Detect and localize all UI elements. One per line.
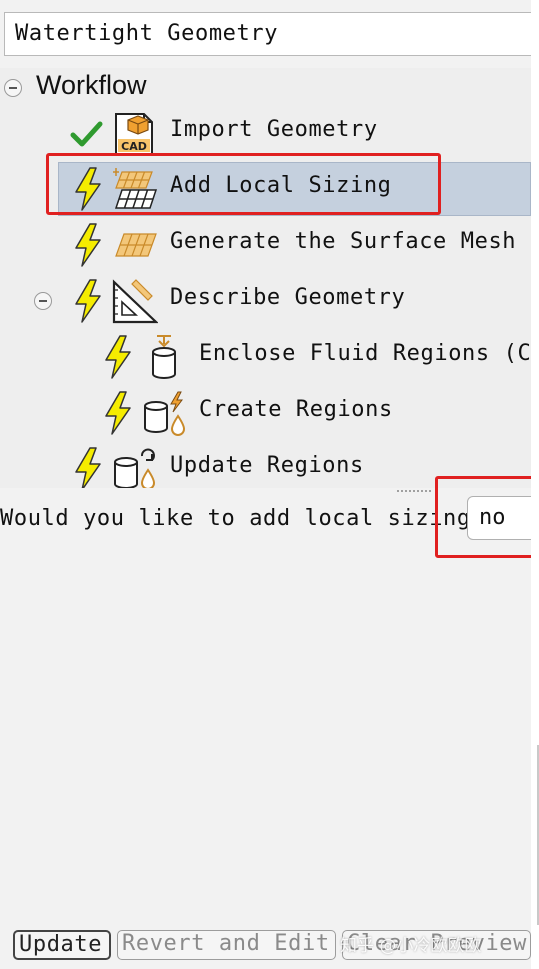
watermark: 知乎 @小冷欧欧欧 [340,936,482,956]
cad-import-icon: CAD [115,113,153,155]
tree-item-label: Update Regions [170,453,364,478]
lightning-icon [105,335,131,379]
tree-root-label: Workflow [36,70,147,100]
collapse-root-icon[interactable] [4,79,22,97]
tree-item-label: Create Regions [199,397,393,422]
revert-and-edit-button[interactable]: Revert and Edit [117,930,336,960]
annotation-box-answer [435,476,539,558]
tree-item-label: Generate the Surface Mesh [170,229,517,254]
surface-mesh-icon [115,233,157,257]
tree-item-describe-geometry[interactable]: Describe Geometry [0,274,531,328]
task-question-label: Would you like to add local sizing? [0,506,485,531]
capping-cylinder-icon [152,335,176,379]
tree-item-generate-surface-mesh[interactable]: Generate the Surface Mesh [0,218,531,272]
update-button[interactable]: Update [13,930,111,960]
tree-item-enclose-fluid-regions[interactable]: Enclose Fluid Regions (Capping) [0,330,531,384]
lightning-icon [75,447,101,488]
lightning-icon [105,391,131,435]
triangle-ruler-icon [112,279,158,324]
update-regions-icon [114,448,156,488]
workflow-type-select[interactable]: Watertight Geometry [4,12,539,56]
check-icon [70,121,103,147]
workflow-tree: Workflow CAD Import Geometry Add Local S… [0,68,531,488]
tree-item-label: Describe Geometry [170,285,406,310]
tree-item-label: Enclose Fluid Regions (Capping) [199,341,531,366]
tree-item-create-regions[interactable]: Create Regions [0,386,531,440]
lightning-icon [75,223,101,267]
lightning-icon [75,279,101,323]
tree-item-label: Import Geometry [170,117,378,142]
tree-item-import-geometry[interactable]: CAD Import Geometry [0,106,531,160]
create-regions-icon [144,391,186,436]
panel-splitter[interactable] [396,490,432,492]
svg-text:CAD: CAD [121,140,147,153]
annotation-box-selected-item [46,153,441,215]
workflow-panel: Watertight Geometry Workflow CAD Import … [0,0,539,969]
